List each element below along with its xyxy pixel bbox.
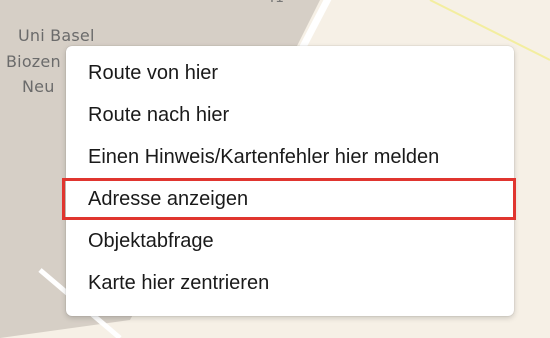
menu-item-route-from-here[interactable]: Route von hier bbox=[66, 52, 514, 94]
map-label-number: 41 bbox=[266, 0, 284, 6]
menu-item-show-address[interactable]: Adresse anzeigen bbox=[62, 178, 516, 220]
map-context-menu: Route von hier Route nach hier Einen Hin… bbox=[62, 46, 516, 316]
menu-item-center-map-here[interactable]: Karte hier zentrieren bbox=[66, 262, 514, 304]
menu-item-object-query[interactable]: Objektabfrage bbox=[66, 220, 514, 262]
menu-item-route-to-here[interactable]: Route nach hier bbox=[66, 94, 514, 136]
map-label-poi: Uni Basel bbox=[18, 26, 95, 45]
menu-item-report-map-error[interactable]: Einen Hinweis/Kartenfehler hier melden bbox=[66, 136, 514, 178]
map-label-poi: Biozen bbox=[6, 52, 61, 71]
map-label-poi: Neu bbox=[22, 77, 55, 96]
